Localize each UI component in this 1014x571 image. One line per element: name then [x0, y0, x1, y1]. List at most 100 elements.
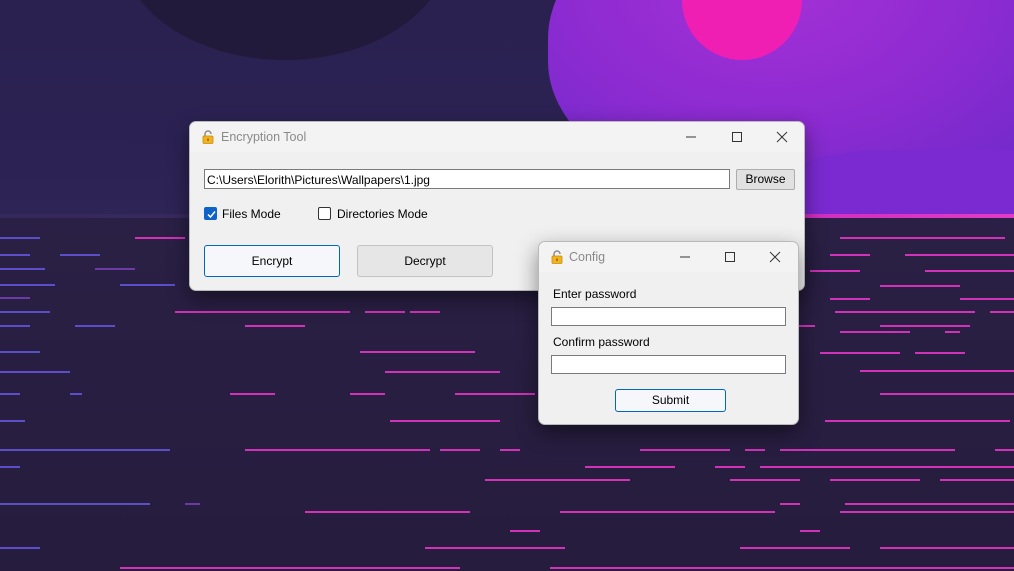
wallpaper-stripe — [840, 237, 1005, 239]
padlock-icon — [551, 250, 563, 264]
minimize-icon — [686, 136, 696, 138]
maximize-icon — [732, 132, 742, 142]
wallpaper-stripe — [175, 311, 350, 313]
wallpaper-stripe — [230, 393, 275, 395]
wallpaper-stripe — [880, 547, 1014, 549]
wallpaper-stripe — [485, 479, 630, 481]
wallpaper-stripe — [385, 371, 500, 373]
wallpaper-stripe — [945, 331, 960, 333]
wallpaper-stripe — [0, 237, 40, 239]
wallpaper-stripe — [560, 511, 775, 513]
window-title: Config — [569, 250, 606, 264]
minimize-icon — [680, 256, 690, 258]
wallpaper-stripe — [365, 311, 405, 313]
wallpaper-stripe — [440, 449, 480, 451]
wallpaper-stripe — [880, 325, 970, 327]
wallpaper-stripe — [60, 254, 100, 256]
wallpaper-stripe — [830, 254, 870, 256]
files-mode-checkbox[interactable] — [204, 207, 217, 220]
wallpaper-stripe — [745, 449, 765, 451]
wallpaper-stripe — [75, 325, 115, 327]
wallpaper-stripe — [360, 351, 475, 353]
minimize-button[interactable] — [662, 242, 708, 272]
directories-mode-checkbox[interactable] — [318, 207, 331, 220]
close-icon — [776, 131, 788, 143]
submit-button[interactable]: Submit — [615, 389, 726, 412]
wallpaper-stripe — [70, 393, 82, 395]
directories-mode-label[interactable]: Directories Mode — [337, 207, 428, 221]
close-button[interactable] — [752, 242, 798, 272]
window-title: Encryption Tool — [221, 130, 307, 144]
wallpaper-stripe — [410, 311, 440, 313]
wallpaper-stripe — [840, 331, 910, 333]
wallpaper-stripe — [800, 530, 820, 532]
wallpaper-stripe — [880, 285, 960, 287]
wallpaper-stripe — [780, 503, 800, 505]
wallpaper-stripe — [245, 449, 430, 451]
checkmark-icon — [207, 211, 216, 219]
config-window: Config Enter password Confirm password S… — [538, 241, 799, 425]
wallpaper-stripe — [0, 325, 30, 327]
wallpaper-stripe — [0, 393, 20, 395]
wallpaper-stripe — [0, 268, 45, 270]
wallpaper-stripe — [390, 420, 500, 422]
files-mode-label[interactable]: Files Mode — [222, 207, 281, 221]
wallpaper-stripe — [0, 466, 20, 468]
wallpaper-stripe — [95, 268, 135, 270]
wallpaper-stripe — [830, 298, 870, 300]
maximize-icon — [725, 252, 735, 262]
wallpaper-stripe — [510, 530, 540, 532]
wallpaper-stripe — [835, 311, 975, 313]
wallpaper-stripe — [0, 297, 30, 299]
close-button[interactable] — [759, 122, 804, 152]
wallpaper-stripe — [810, 270, 860, 272]
wallpaper-stripe — [640, 449, 730, 451]
decrypt-button[interactable]: Decrypt — [357, 245, 493, 277]
wallpaper-stripe — [455, 393, 535, 395]
wallpaper-stripe — [0, 284, 55, 286]
password-input[interactable] — [551, 307, 786, 326]
minimize-button[interactable] — [668, 122, 714, 152]
wallpaper-stripe — [120, 567, 460, 569]
encrypt-button[interactable]: Encrypt — [204, 245, 340, 277]
wallpaper-stripe — [940, 479, 1014, 481]
wallpaper-stripe — [960, 298, 1014, 300]
wallpaper-stripe — [825, 420, 1010, 422]
wallpaper-stripe — [715, 466, 745, 468]
wallpaper-stripe — [880, 393, 1014, 395]
file-path-input[interactable]: C:\Users\Elorith\Pictures\Wallpapers\1.j… — [204, 169, 730, 189]
browse-button[interactable]: Browse — [736, 169, 795, 190]
confirm-password-input[interactable] — [551, 355, 786, 374]
password-label: Enter password — [553, 287, 637, 301]
wallpaper-stripe — [185, 503, 200, 505]
wallpaper-stripe — [915, 352, 965, 354]
title-bar[interactable]: Config — [539, 242, 798, 272]
wallpaper-stripe — [0, 547, 40, 549]
wallpaper-stripe — [0, 311, 50, 313]
wallpaper-stripe — [0, 371, 70, 373]
wallpaper-stripe — [0, 503, 150, 505]
wallpaper-stripe — [990, 311, 1014, 313]
wallpaper-stripe — [0, 254, 30, 256]
wallpaper-stripe — [500, 449, 520, 451]
wallpaper-stripe — [860, 370, 1014, 372]
wallpaper-stripe — [760, 466, 1014, 468]
wallpaper-purple-band — [790, 150, 1014, 220]
wallpaper-stripe — [780, 449, 955, 451]
maximize-button[interactable] — [707, 242, 753, 272]
wallpaper-stripe — [425, 547, 565, 549]
maximize-button[interactable] — [714, 122, 760, 152]
wallpaper-stripe — [840, 511, 1014, 513]
wallpaper-stripe — [305, 511, 470, 513]
close-icon — [769, 251, 781, 263]
padlock-icon — [202, 130, 214, 144]
title-bar[interactable]: Encryption Tool — [190, 122, 804, 152]
wallpaper-stripe — [740, 547, 850, 549]
wallpaper-stripe — [730, 479, 800, 481]
wallpaper-stripe — [245, 325, 305, 327]
wallpaper-stripe — [0, 420, 25, 422]
wallpaper-stripe — [995, 449, 1014, 451]
wallpaper-stripe — [925, 270, 1014, 272]
wallpaper-stripe — [830, 479, 920, 481]
wallpaper-stripe — [350, 393, 385, 395]
